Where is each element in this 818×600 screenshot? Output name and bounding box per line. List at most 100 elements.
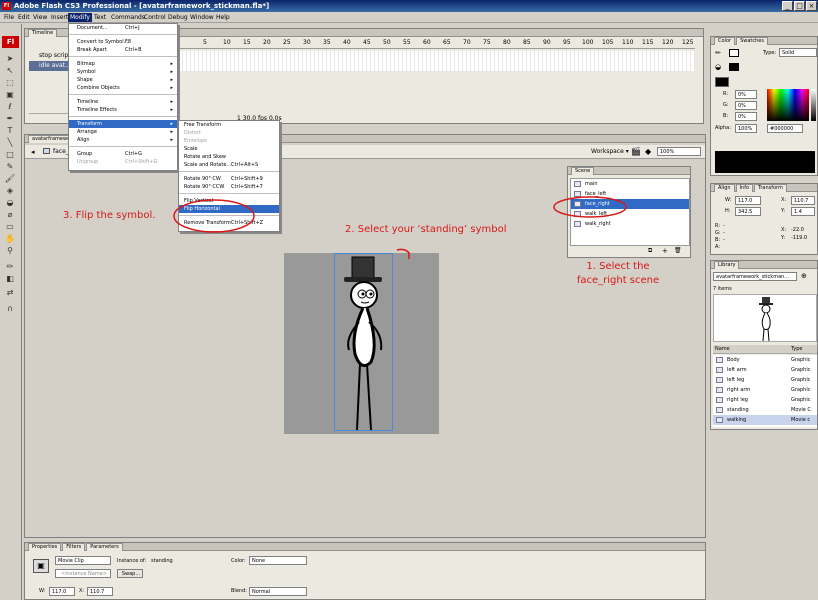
menu-item-combine-objects[interactable]: Combine Objects ▸ xyxy=(69,84,177,92)
close-button[interactable]: × xyxy=(806,1,817,11)
stroke-swatch[interactable] xyxy=(729,49,739,57)
y-field[interactable]: 1.4 xyxy=(791,207,815,216)
eraser-tool-icon[interactable]: ▭ xyxy=(4,222,16,232)
library-item[interactable]: right leg Graphic xyxy=(713,395,817,405)
color-swatch-large[interactable] xyxy=(715,77,729,87)
r-field[interactable]: 0% xyxy=(735,90,757,99)
selection-tool-icon[interactable]: ➤ xyxy=(4,54,16,64)
instance-name-input[interactable]: <Instance Name> xyxy=(55,569,111,578)
hand-tool-icon[interactable]: ✋ xyxy=(4,234,16,244)
menu-item-convert-to-symbol[interactable]: Convert to Symbol... F8 xyxy=(69,38,177,46)
menu-item-ungroup[interactable]: Ungroup Ctrl+Shift+G xyxy=(69,158,177,166)
menu-debug[interactable]: Debug xyxy=(166,13,190,22)
menu-item-scale-and-rotate[interactable]: Scale and Rotate... Ctrl+Alt+S xyxy=(179,161,279,169)
library-item[interactable]: Body Graphic xyxy=(713,355,817,365)
menu-edit[interactable]: Edit xyxy=(16,13,32,22)
h-field[interactable]: 342.5 xyxy=(735,207,761,216)
frame-grid[interactable] xyxy=(175,51,695,71)
rectangle-tool-icon[interactable]: □ xyxy=(4,150,16,160)
line-tool-icon[interactable]: ╲ xyxy=(4,138,16,148)
swap-colors-icon[interactable]: ⇄ xyxy=(4,288,16,298)
x-field[interactable]: 110.7 xyxy=(791,196,815,205)
menu-item-arrange[interactable]: Arrange ▸ xyxy=(69,128,177,136)
menu-item-group[interactable]: Group Ctrl+G xyxy=(69,150,177,158)
type-select[interactable]: Solid xyxy=(779,48,817,57)
menu-item-timeline[interactable]: Timeline ▸ xyxy=(69,98,177,106)
pen-tool-icon[interactable]: ✒ xyxy=(4,114,16,124)
library-item[interactable]: walking Movie c xyxy=(713,415,817,425)
free-transform-tool-icon[interactable]: ⬚ xyxy=(4,78,16,88)
tab-filters[interactable]: Filters xyxy=(62,543,86,551)
menu-view[interactable]: View xyxy=(31,13,49,22)
menu-item-scale[interactable]: Scale xyxy=(179,145,279,153)
menu-item-align[interactable]: Align ▸ xyxy=(69,136,177,144)
symbol-type-select[interactable]: Movie Clip xyxy=(55,556,111,565)
color-spectrum[interactable] xyxy=(767,89,809,121)
tab-info[interactable]: Info xyxy=(735,184,754,192)
tab-swatches[interactable]: Swatches xyxy=(736,37,768,45)
brush-tool-icon[interactable]: 🖌 xyxy=(4,174,16,184)
pencil-tool-icon[interactable]: ✎ xyxy=(4,162,16,172)
b-field[interactable]: 0% xyxy=(735,112,757,121)
fill-icon[interactable]: ◒ xyxy=(715,63,721,71)
menu-item-timeline-effects[interactable]: Timeline Effects ▸ xyxy=(69,106,177,114)
alpha-field[interactable]: 100% xyxy=(735,124,757,133)
menu-item-rotate-and-skew[interactable]: Rotate and Skew xyxy=(179,153,279,161)
fill-swatch[interactable] xyxy=(729,63,739,71)
col-name[interactable]: Name xyxy=(715,345,730,353)
menu-help[interactable]: Help xyxy=(214,13,232,22)
tab-properties[interactable]: Properties xyxy=(28,543,62,551)
tab-parameters[interactable]: Parameters xyxy=(86,543,123,551)
tab-transform[interactable]: Transform xyxy=(754,184,787,192)
w-field[interactable]: 117.0 xyxy=(49,587,75,596)
stroke-icon[interactable]: ✏ xyxy=(715,49,721,57)
library-file-select[interactable]: avatarframework_stickman... xyxy=(713,272,797,281)
menu-item-free-transform[interactable]: Free Transform xyxy=(179,121,279,129)
minimize-button[interactable]: _ xyxy=(782,1,793,11)
menu-item-envelope[interactable]: Envelope xyxy=(179,137,279,145)
menu-item-bitmap[interactable]: Bitmap ▸ xyxy=(69,60,177,68)
color-effect-select[interactable]: None xyxy=(249,556,307,565)
stroke-color-icon[interactable]: ✏ xyxy=(4,262,16,272)
tab-timeline[interactable]: Timeline xyxy=(28,29,58,37)
g-field[interactable]: 0% xyxy=(735,101,757,110)
menu-control[interactable]: Control xyxy=(142,13,168,22)
menu-item-symbol[interactable]: Symbol ▸ xyxy=(69,68,177,76)
menu-modify[interactable]: Modify xyxy=(68,13,92,22)
tab-library[interactable]: Library xyxy=(714,261,740,269)
tab-color[interactable]: Color xyxy=(714,37,736,45)
menu-window[interactable]: Window xyxy=(188,13,216,22)
zoom-tool-icon[interactable]: ⚲ xyxy=(4,246,16,256)
library-item[interactable]: left leg Graphic xyxy=(713,375,817,385)
menu-text[interactable]: Text xyxy=(92,13,108,22)
blend-select[interactable]: Normal xyxy=(249,587,307,596)
lasso-tool-icon[interactable]: ℓ xyxy=(4,102,16,112)
swap-button[interactable]: Swap... xyxy=(117,569,143,578)
maximize-button[interactable]: □ xyxy=(794,1,805,11)
col-type[interactable]: Type xyxy=(791,345,802,353)
subselection-tool-icon[interactable]: ↖ xyxy=(4,66,16,76)
eyedropper-tool-icon[interactable]: ⌀ xyxy=(4,210,16,220)
menu-item-transform[interactable]: Transform ▸ xyxy=(69,120,177,128)
library-item[interactable]: standing Movie C xyxy=(713,405,817,415)
menu-file[interactable]: File xyxy=(2,13,16,22)
text-tool-icon[interactable]: T xyxy=(4,126,16,136)
menu-item-distort[interactable]: Distort xyxy=(179,129,279,137)
library-item[interactable]: right arm Graphic xyxy=(713,385,817,395)
fill-color-icon[interactable]: ◧ xyxy=(4,274,16,284)
x-field[interactable]: 110.7 xyxy=(87,587,113,596)
snap-icon[interactable]: ∩ xyxy=(4,304,16,314)
gradient-tool-icon[interactable]: ▣ xyxy=(4,90,16,100)
library-item[interactable]: left arm Graphic xyxy=(713,365,817,375)
menu-item-rotate-90-ccw[interactable]: Rotate 90° CCW Ctrl+Shift+7 xyxy=(179,183,279,191)
menu-item-shape[interactable]: Shape ▸ xyxy=(69,76,177,84)
ink-bottle-tool-icon[interactable]: ◈ xyxy=(4,186,16,196)
menu-item-document[interactable]: Document... Ctrl+J xyxy=(69,24,177,32)
paint-bucket-tool-icon[interactable]: ◒ xyxy=(4,198,16,208)
hex-field[interactable]: #000000 xyxy=(767,124,803,133)
brightness-slider[interactable] xyxy=(811,89,816,121)
w-field[interactable]: 117.0 xyxy=(735,196,761,205)
menu-item-break-apart[interactable]: Break Apart Ctrl+B xyxy=(69,46,177,54)
tab-align[interactable]: Align xyxy=(714,184,735,192)
menu-item-rotate-90-cw[interactable]: Rotate 90° CW Ctrl+Shift+9 xyxy=(179,175,279,183)
